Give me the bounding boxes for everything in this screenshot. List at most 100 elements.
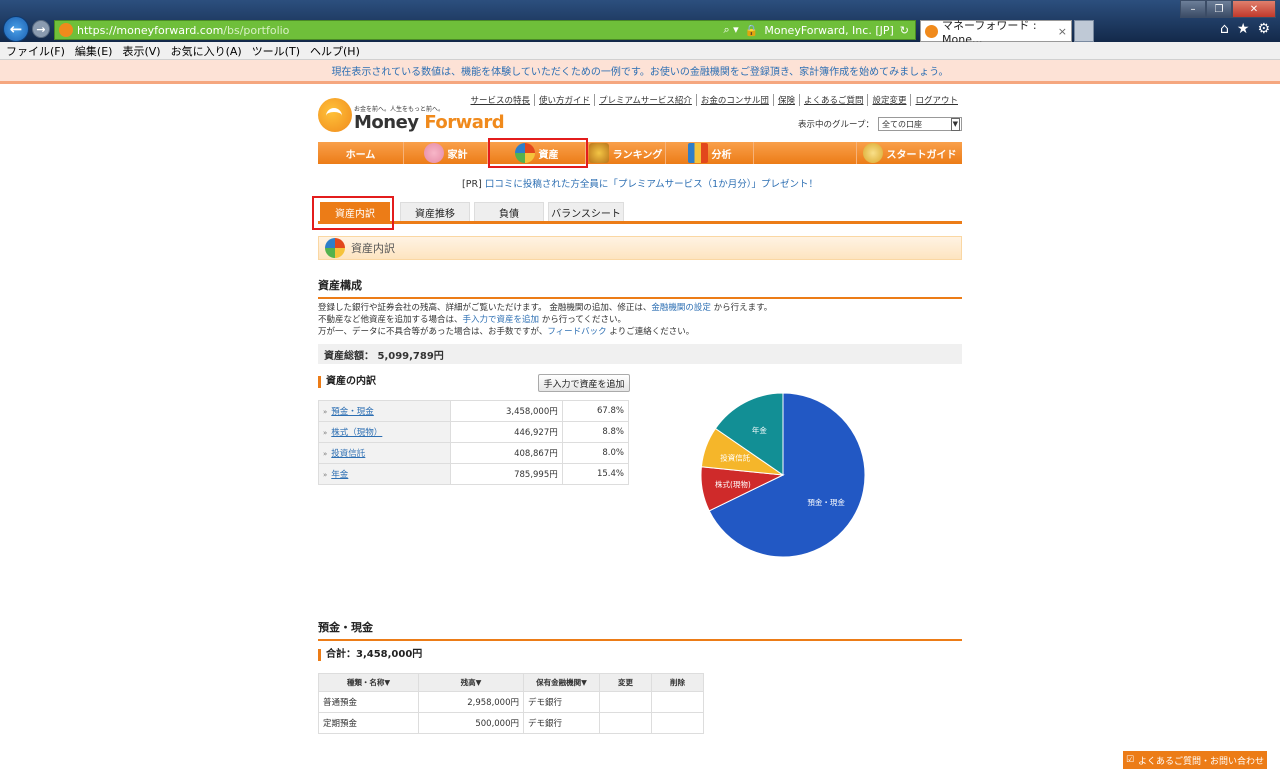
- browser-tab[interactable]: マネーフォワード : Mone... ×: [920, 19, 1072, 46]
- maximize-button[interactable]: ❐: [1206, 0, 1232, 18]
- address-bar[interactable]: https://moneyforward.com/bs/portfolio ⌕ …: [54, 20, 916, 40]
- nav-household[interactable]: 家計: [404, 142, 488, 164]
- menu-tools[interactable]: ツール(T): [252, 43, 300, 59]
- minimize-button[interactable]: –: [1180, 0, 1206, 18]
- breakdown-link-deposits[interactable]: 預金・現金: [331, 407, 374, 417]
- highlight-nav-assets: [488, 138, 588, 168]
- refresh-icon[interactable]: ↻: [900, 24, 909, 37]
- nav-start-guide[interactable]: スタートガイド: [856, 142, 962, 164]
- deposits-heading: 預金・現金: [318, 619, 962, 641]
- chevron-down-icon[interactable]: »: [323, 471, 327, 479]
- back-button[interactable]: ←: [3, 16, 29, 42]
- nav-analysis[interactable]: 分析: [666, 142, 754, 164]
- home-icon[interactable]: ⌂: [1220, 21, 1229, 37]
- deposit-edit-cell[interactable]: [599, 691, 652, 713]
- pie-chart-icon: [325, 238, 345, 258]
- link-premium[interactable]: プレミアムサービス紹介: [594, 94, 696, 106]
- menu-edit[interactable]: 編集(E): [75, 43, 113, 59]
- link-settings[interactable]: 設定変更: [867, 94, 910, 106]
- add-manual-asset-button[interactable]: 手入力で資産を追加: [538, 374, 630, 392]
- trophy-icon: [588, 143, 609, 163]
- menu-file[interactable]: ファイル(F): [6, 43, 65, 59]
- col-institution[interactable]: 保有金融機関▼: [523, 673, 600, 692]
- pr-prefix: [PR]: [462, 179, 482, 190]
- link-feedback[interactable]: フィードバック: [547, 327, 606, 337]
- link-insurance[interactable]: 保険: [772, 94, 799, 106]
- bar-chart-icon: [687, 143, 708, 163]
- link-service-features[interactable]: サービスの特長: [466, 94, 534, 106]
- desc1-text-a: 登録した銀行や証券会社の残高、詳細がご覧いただけます。 金融機関の追加、修正は、: [318, 303, 652, 313]
- group-selector: 表示中のグループ： 全ての口座: [798, 117, 962, 131]
- group-label: 表示中のグループ：: [798, 120, 874, 130]
- deposit-balance: 2,958,000円: [418, 691, 524, 713]
- menu-favorites[interactable]: お気に入り(A): [171, 43, 242, 59]
- link-institution-settings[interactable]: 金融機関の設定: [651, 303, 711, 313]
- nav-analysis-label: 分析: [711, 149, 732, 161]
- breakdown-link-pension[interactable]: 年金: [331, 470, 348, 480]
- faq-contact-button[interactable]: ☑ よくあるご質問・お問い合わせ: [1123, 751, 1267, 769]
- desc3-text-b: よりご連絡ください。: [609, 327, 695, 337]
- site-logo[interactable]: お金を前へ。人生をもっと前へ。 Money Forward: [318, 92, 505, 138]
- deposit-edit-cell[interactable]: [599, 712, 652, 734]
- nav-home[interactable]: ホーム: [318, 142, 404, 164]
- link-add-manual-asset[interactable]: 手入力で資産を追加: [463, 315, 540, 325]
- nav-ranking[interactable]: ランキング: [586, 142, 666, 164]
- breakdown-pct: 8.0%: [561, 442, 630, 464]
- lock-icon: 🔒: [744, 23, 759, 37]
- col-type[interactable]: 種類・名称▼: [318, 673, 419, 692]
- table-row: 定期預金 500,000円 デモ銀行: [318, 712, 704, 734]
- favorites-star-icon[interactable]: ★: [1237, 21, 1250, 37]
- desc2-text-a: 不動産など他資産を追加する場合は、: [318, 315, 463, 325]
- logo-mark-icon: [318, 98, 352, 132]
- deposit-delete-cell[interactable]: [651, 691, 704, 713]
- deposit-delete-cell[interactable]: [651, 712, 704, 734]
- close-window-button[interactable]: ✕: [1232, 0, 1276, 18]
- breakdown-amount: 785,995円: [450, 463, 563, 485]
- table-header-row: 種類・名称▼ 残高▼ 保有金融機関▼ 変更 削除: [318, 673, 704, 692]
- close-tab-icon[interactable]: ×: [1058, 25, 1067, 38]
- forward-button[interactable]: →: [32, 20, 50, 38]
- chevron-down-icon[interactable]: »: [323, 450, 327, 458]
- chevron-down-icon[interactable]: »: [323, 429, 327, 437]
- settings-gear-icon[interactable]: ⚙: [1257, 21, 1270, 37]
- subtab-history[interactable]: 資産推移: [400, 202, 470, 221]
- browser-tools: ⌂ ★ ⚙: [1220, 21, 1270, 37]
- menu-view[interactable]: 表示(V): [122, 43, 160, 59]
- breakdown-link-stocks[interactable]: 株式（現物）: [331, 428, 382, 438]
- highlight-subtab-breakdown: [312, 196, 394, 230]
- col-edit: 変更: [599, 673, 652, 692]
- url-host: https://moneyforward.com: [77, 23, 224, 37]
- pie-slice-label: 預金・現金: [807, 497, 845, 507]
- subtab-balance-sheet[interactable]: バランスシート: [548, 202, 624, 221]
- subtab-liabilities[interactable]: 負債: [474, 202, 544, 221]
- deposits-table: 種類・名称▼ 残高▼ 保有金融機関▼ 変更 削除 普通預金 2,958,000円…: [318, 673, 704, 734]
- site-identity[interactable]: MoneyForward, Inc. [JP]: [764, 24, 893, 37]
- tab-favicon-icon: [925, 24, 938, 38]
- breakdown-link-funds[interactable]: 投資信託: [331, 449, 365, 459]
- pr-link[interactable]: 口コミに投稿された方全員に「プレミアムサービス（1か月分）」プレゼント！: [485, 179, 818, 190]
- table-row: 普通預金 2,958,000円 デモ銀行: [318, 691, 704, 713]
- breakdown-heading: 資産の内訳: [318, 376, 376, 388]
- menu-help[interactable]: ヘルプ(H): [310, 43, 360, 59]
- link-faq[interactable]: よくあるご質問: [798, 94, 868, 106]
- menu-bar: ファイル(F) 編集(E) 表示(V) お気に入り(A) ツール(T) ヘルプ(…: [0, 42, 1280, 60]
- header-links: サービスの特長 使い方ガイド プレミアムサービス紹介 お金のコンサル団 保険 よ…: [466, 94, 962, 106]
- group-select[interactable]: 全ての口座: [878, 117, 962, 131]
- asset-subtabs: 資産内訳 資産推移 負債 バランスシート: [318, 202, 962, 224]
- deposits-total: 合計：3,458,000円: [318, 649, 422, 661]
- search-icon[interactable]: ⌕ ▾: [723, 23, 738, 37]
- deposit-type: 普通預金: [318, 691, 419, 713]
- nav-ranking-label: ランキング: [612, 149, 663, 161]
- chevron-down-icon[interactable]: »: [323, 408, 327, 416]
- faq-contact-label: よくあるご質問・お問い合わせ: [1138, 756, 1265, 767]
- link-logout[interactable]: ログアウト: [910, 94, 962, 106]
- link-usage-guide[interactable]: 使い方ガイド: [534, 94, 594, 106]
- col-balance[interactable]: 残高▼: [418, 673, 524, 692]
- link-consultants[interactable]: お金のコンサル団: [695, 94, 773, 106]
- breakdown-table: » 預金・現金 3,458,000円 67.8% » 株式（現物） 446,927円…: [318, 400, 630, 485]
- new-tab-button[interactable]: [1074, 20, 1094, 42]
- checkbox-icon: ☑: [1125, 755, 1135, 765]
- deposit-bank: デモ銀行: [523, 712, 600, 734]
- deposit-type: 定期預金: [318, 712, 419, 734]
- site-favicon-icon: [59, 23, 73, 37]
